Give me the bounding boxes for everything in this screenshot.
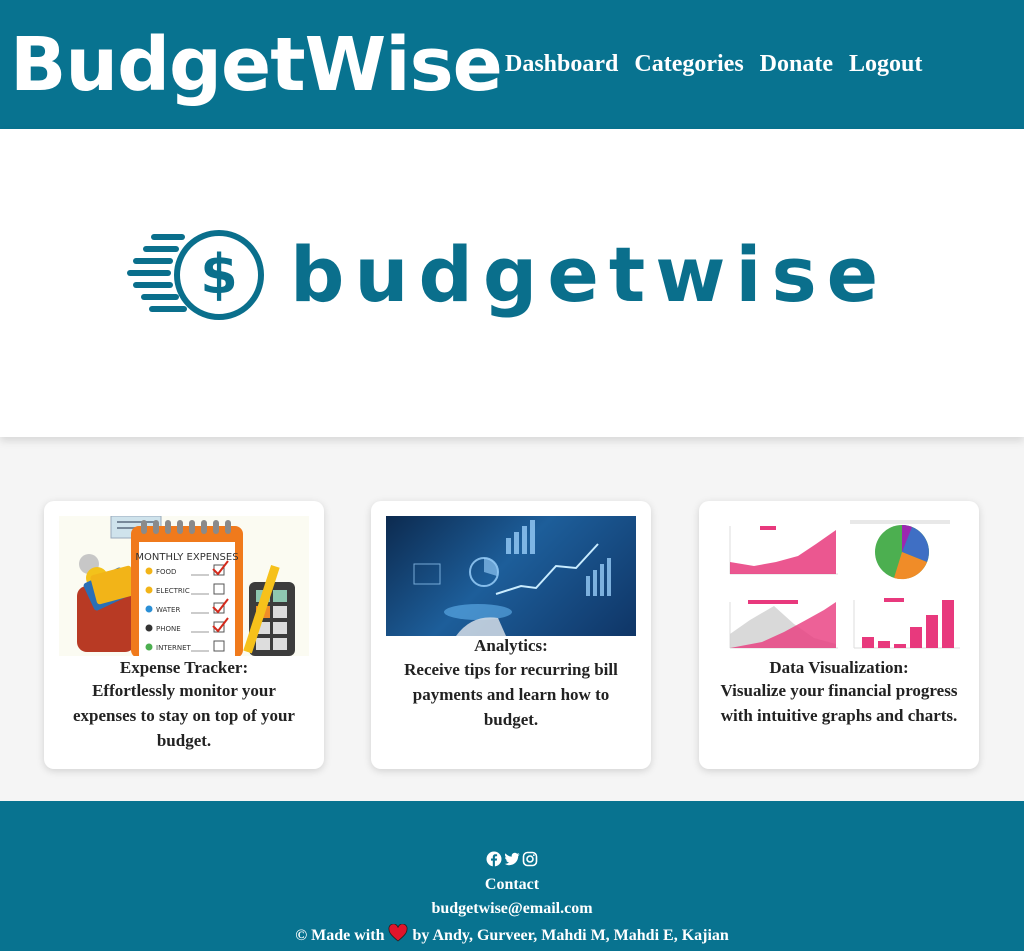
nav-categories[interactable]: Categories [634, 49, 743, 79]
credits-line: © Made with by Andy, Gurveer, Mahdi M, M… [0, 924, 1024, 946]
expense-item-icon [145, 567, 153, 575]
expense-item-label: ELECTRIC [156, 587, 190, 595]
contact-email[interactable]: budgetwise@email.com [0, 899, 1024, 919]
card-description: Visualize your financial progress with i… [720, 681, 958, 725]
expense-item-label: WATER [156, 606, 180, 614]
expense-item-label: FOOD [156, 568, 176, 576]
heart-icon [388, 924, 408, 942]
analytics-image [386, 516, 636, 636]
card-description: Receive tips for recurring bill payments… [404, 660, 618, 729]
bar-chart-thumbnail [853, 598, 960, 649]
svg-text:$: $ [200, 243, 238, 306]
instagram-icon[interactable] [522, 851, 538, 867]
expense-tracker-illustration: MONTHLY EXPENSES FOOD ELECTRIC WATER PHONE I… [59, 516, 309, 656]
area-chart-thumbnail [729, 526, 838, 575]
mixed-area-chart-thumbnail [729, 600, 838, 649]
expense-item-icon [145, 586, 153, 594]
nav-logout[interactable]: Logout [849, 49, 922, 79]
expense-item-icon [145, 624, 153, 632]
feature-card-data-visualization: Data Visualization: Visualize your finan… [699, 501, 979, 769]
logo-wordmark: budgetwise [290, 230, 889, 319]
expense-checkbox [213, 640, 225, 652]
expense-item-label: INTERNET [156, 644, 192, 652]
contact-label: Contact [484, 876, 540, 893]
card-title: Analytics: [474, 636, 548, 655]
made-with-text: © Made with [295, 927, 385, 944]
site-header: BudgetWise Dashboard Categories Donate L… [0, 0, 1024, 129]
monthly-expenses-heading: MONTHLY EXPENSES [135, 552, 238, 563]
expense-item-icon [145, 643, 153, 651]
expense-item-label: PHONE [156, 625, 181, 633]
feature-card-analytics: Analytics: Receive tips for recurring bi… [371, 501, 651, 769]
hero-logo: $ budgetwise [124, 227, 878, 329]
dollar-coin-icon: $ [127, 230, 264, 320]
brand-logo[interactable]: BudgetWise [10, 22, 503, 108]
card-title: Data Visualization: [769, 658, 909, 677]
nav-dashboard[interactable]: Dashboard [505, 49, 618, 79]
expense-item-icon [145, 605, 153, 613]
feature-card-expense-tracker: MONTHLY EXPENSES FOOD ELECTRIC WATER PHONE I… [44, 501, 324, 769]
main-nav: Dashboard Categories Donate Logout [505, 49, 922, 79]
pie-chart-thumbnail [850, 520, 950, 580]
expense-checkbox [213, 583, 225, 595]
nav-donate[interactable]: Donate [760, 49, 833, 79]
authors-text: by Andy, Gurveer, Mahdi M, Mahdi E, Kaji… [412, 927, 729, 944]
card-title: Expense Tracker: [119, 658, 249, 677]
social-links [0, 851, 1024, 867]
hero-banner: $ budgetwise [0, 129, 1024, 437]
data-visualization-image [714, 516, 964, 656]
facebook-icon[interactable] [486, 851, 502, 867]
card-description: Effortlessly monitor your expenses to st… [73, 681, 295, 750]
twitter-icon[interactable] [504, 851, 520, 867]
site-footer: Contact budgetwise@email.com © Made with… [0, 801, 1024, 951]
